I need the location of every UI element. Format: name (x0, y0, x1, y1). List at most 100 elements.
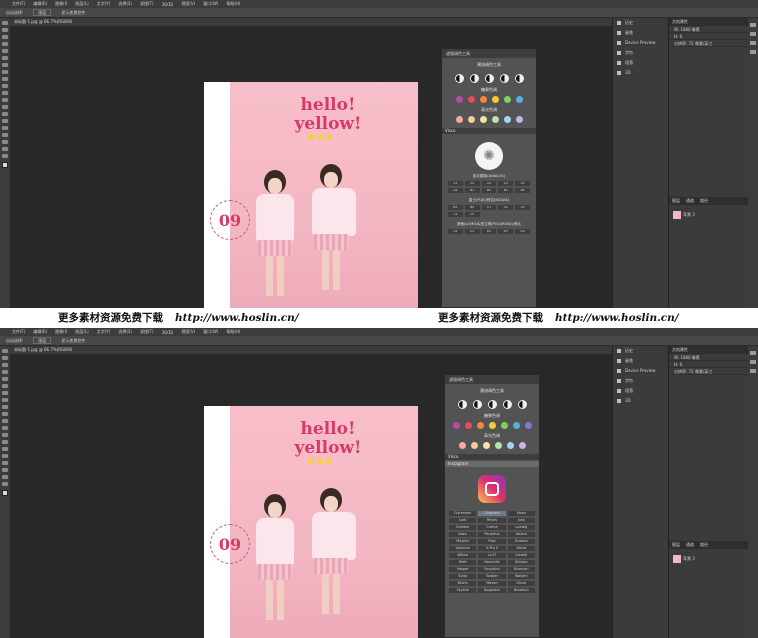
watermark-url[interactable]: http://www.hoslin.cn/ (175, 312, 299, 324)
ig-filter-button[interactable]: Clarendon (449, 511, 477, 516)
film-cell[interactable]: A4 (498, 181, 514, 186)
ig-filter-button[interactable]: Lo-Fi (478, 553, 506, 558)
layer-row[interactable]: 背景 3 (669, 553, 748, 565)
film-cell[interactable]: A3 (481, 181, 497, 186)
film-cell[interactable]: A1 (448, 181, 463, 186)
history-brush-tool-icon[interactable] (2, 84, 8, 88)
menu-item[interactable]: 3D(D) (162, 330, 174, 335)
mode-button-icon[interactable] (517, 400, 527, 409)
history-panel-button[interactable]: 历史 (613, 18, 668, 28)
zoom-tool-icon[interactable] (2, 154, 8, 158)
menu-item[interactable]: 窗口(W) (203, 329, 218, 335)
macaron-swatch[interactable] (470, 442, 478, 449)
panel-icon[interactable] (750, 41, 756, 45)
path-select-tool-icon[interactable] (2, 133, 8, 137)
brush-tool-icon[interactable] (2, 70, 8, 74)
ig-filter-button[interactable]: Perpetua (478, 532, 506, 537)
panel-icon[interactable] (750, 351, 756, 355)
blur-tool-icon[interactable] (2, 105, 8, 109)
brush-tool-icon[interactable] (2, 398, 8, 402)
ig-filter-button[interactable]: Dogpatch (478, 588, 506, 593)
stamp-tool-icon[interactable] (2, 405, 8, 409)
film-cell[interactable]: B1 (464, 188, 480, 193)
show-transform-checkbox[interactable]: 显示变换控件 (61, 10, 85, 16)
menu-item[interactable]: 视图(V) (181, 1, 195, 7)
ig-filter-button[interactable]: Earlybird (478, 567, 506, 572)
macaron-swatch[interactable] (458, 442, 466, 449)
eraser-tool-icon[interactable] (2, 419, 8, 423)
gradient-tool-icon[interactable] (2, 426, 8, 430)
macaron-swatch[interactable] (518, 442, 526, 449)
menu-item[interactable]: 帮助(H) (226, 1, 240, 7)
eyedropper-tool-icon[interactable] (2, 384, 8, 388)
hand-tool-icon[interactable] (2, 475, 8, 479)
stamp-tool-icon[interactable] (2, 77, 8, 81)
menu-item[interactable]: 编辑(E) (33, 1, 47, 7)
shape-tool-icon[interactable] (2, 468, 8, 472)
ig-filter-button[interactable]: Juno (507, 518, 535, 523)
menu-item[interactable]: 选择(S) (118, 329, 132, 335)
candy-swatch[interactable] (491, 96, 499, 103)
film-cell[interactable]: A5 (515, 181, 530, 186)
brush-panel-button[interactable]: 画笔 (613, 356, 668, 366)
candy-swatch[interactable] (464, 422, 472, 429)
vsco-bar[interactable]: Visco (445, 454, 539, 460)
dodge-tool-icon[interactable] (2, 112, 8, 116)
macaron-swatch[interactable] (482, 442, 490, 449)
eraser-tool-icon[interactable] (2, 91, 8, 95)
fuji-cell[interactable]: C3 (515, 205, 530, 210)
menu-item[interactable]: 图像(I) (55, 1, 67, 7)
menu-item[interactable]: 窗口(W) (203, 1, 218, 7)
mode-button-icon[interactable] (469, 74, 479, 83)
dodge-tool-icon[interactable] (2, 440, 8, 444)
menu-item[interactable]: 图像(I) (55, 329, 67, 335)
tab-paths[interactable]: 路径 (700, 197, 708, 205)
ig-filter-button[interactable]: Mayfair (449, 539, 477, 544)
layer-row[interactable]: 背景 3 (669, 209, 748, 221)
3d-panel-button[interactable]: 3D (613, 396, 668, 406)
mode-button-icon[interactable] (457, 400, 467, 409)
macaron-swatch[interactable] (515, 116, 523, 123)
character-panel-button[interactable]: 字符 (613, 48, 668, 58)
type-tool-icon[interactable] (2, 126, 8, 130)
marquee-tool-icon[interactable] (2, 356, 8, 360)
candy-swatch[interactable] (479, 96, 487, 103)
ig-filter-button[interactable]: Ginza (507, 581, 535, 586)
mode-button-icon[interactable] (502, 400, 512, 409)
ig-filter-button[interactable]: Stinson (507, 560, 535, 565)
marquee-tool-icon[interactable] (2, 28, 8, 32)
history-brush-tool-icon[interactable] (2, 412, 8, 416)
ig-filter-button[interactable]: Rise (478, 539, 506, 544)
candy-swatch[interactable] (500, 422, 508, 429)
lasso-tool-icon[interactable] (2, 363, 8, 367)
candy-swatch[interactable] (515, 96, 523, 103)
panel-icon[interactable] (750, 369, 756, 373)
menu-item[interactable]: 图层(L) (75, 329, 88, 335)
pen-tool-icon[interactable] (2, 119, 8, 123)
panel-icon[interactable] (750, 32, 756, 36)
mode-button-icon[interactable] (484, 74, 494, 83)
ig-filter-button[interactable]: Brooklyn (507, 588, 535, 593)
candy-swatch[interactable] (512, 422, 520, 429)
menu-item[interactable]: 帮助(H) (226, 329, 240, 335)
hand-tool-icon[interactable] (2, 147, 8, 151)
fuji-cell[interactable]: C1 (481, 205, 497, 210)
macaron-swatch[interactable] (455, 116, 463, 123)
show-transform-checkbox[interactable]: 显示变换控件 (61, 338, 85, 344)
document-tab[interactable]: 未标题-1.jpg @ 66.7%(RGB/8) (10, 346, 612, 354)
properties-title[interactable]: 文档属性 (672, 18, 688, 26)
mode-button-icon[interactable] (454, 74, 464, 83)
tab-layers[interactable]: 图层 (672, 541, 680, 549)
paragraph-panel-button[interactable]: 段落 (613, 58, 668, 68)
properties-title[interactable]: 文档属性 (672, 346, 688, 354)
history-panel-button[interactable]: 历史 (613, 346, 668, 356)
candy-swatch[interactable] (503, 96, 511, 103)
vsco-bar[interactable]: Visco (442, 128, 536, 134)
menu-item[interactable]: 文字(Y) (97, 329, 111, 335)
ig-filter-button[interactable]: Gingham (478, 511, 506, 516)
tab-channels[interactable]: 通道 (686, 541, 694, 549)
candy-swatch[interactable] (524, 422, 532, 429)
document-tab[interactable]: 未标题-1.jpg @ 66.7%(RGB/8) (10, 18, 612, 26)
ig-filter-button[interactable]: Maven (478, 581, 506, 586)
pen-tool-icon[interactable] (2, 447, 8, 451)
